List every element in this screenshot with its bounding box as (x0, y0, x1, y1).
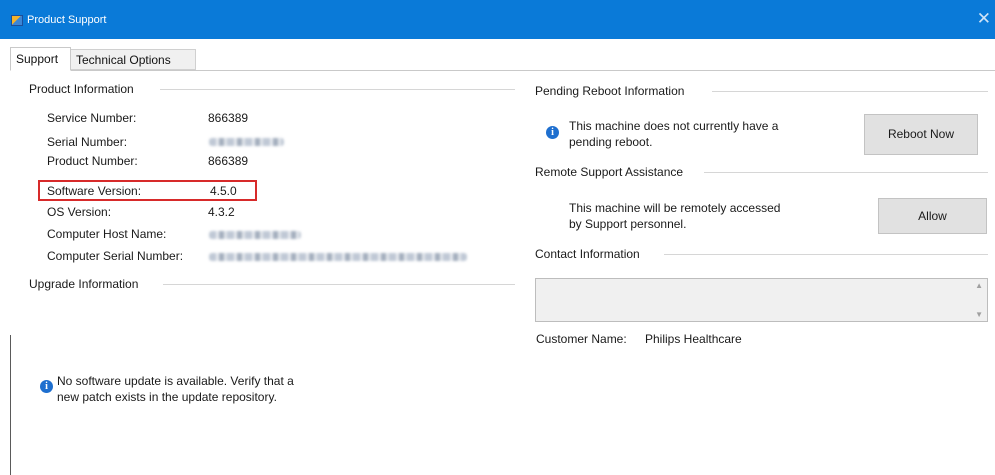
contact-information-title: Contact Information (535, 247, 640, 261)
computer-host-name-label: Computer Host Name: (47, 227, 167, 241)
computer-host-name-value-redacted (209, 231, 301, 239)
scroll-down-icon[interactable]: ▼ (975, 310, 983, 319)
scroll-up-icon[interactable]: ▲ (975, 281, 983, 290)
contact-information-rule (664, 254, 988, 255)
upgrade-message-line2: new patch exists in the update repositor… (57, 390, 277, 404)
title-bar: Product Support ✕ (0, 0, 995, 39)
app-icon (11, 15, 23, 26)
pending-reboot-message-line1: This machine does not currently have a (569, 119, 779, 133)
computer-serial-number-value-redacted (209, 253, 467, 261)
reboot-now-button[interactable]: Reboot Now (864, 114, 978, 155)
window-title: Product Support (27, 14, 107, 26)
product-number-value: 866389 (208, 154, 249, 168)
remote-support-message-line1: This machine will be remotely accessed (569, 201, 781, 215)
remote-support-message: This machine will be remotely accessed b… (569, 200, 780, 232)
pending-reboot-message-line2: pending reboot. (569, 135, 653, 149)
info-icon: i (40, 380, 53, 393)
upgrade-message-line1: No software update is available. Verify … (57, 374, 294, 388)
customer-name-value: Philips Healthcare (645, 332, 742, 346)
close-button[interactable]: ✕ (977, 10, 991, 27)
service-number-label: Service Number: (47, 111, 137, 125)
product-number-label: Product Number: (47, 154, 138, 168)
tab-support[interactable]: Support (10, 47, 71, 71)
upgrade-message: No software update is available. Verify … (57, 373, 294, 405)
computer-serial-number-label: Computer Serial Number: (47, 249, 184, 263)
os-version-value: 4.3.2 (208, 205, 235, 219)
tab-technical-options[interactable]: Technical Options (71, 49, 196, 70)
service-number-value: 866389 (208, 111, 249, 125)
panel-left-border (10, 335, 11, 475)
pending-reboot-title: Pending Reboot Information (535, 84, 685, 98)
tab-strip: Support Technical Options (10, 47, 995, 71)
serial-number-value-redacted (209, 138, 284, 146)
allow-button[interactable]: Allow (878, 198, 987, 234)
serial-number-label: Serial Number: (47, 135, 128, 149)
product-information-title: Product Information (29, 82, 134, 96)
info-icon: i (546, 126, 559, 139)
contact-information-textbox[interactable]: ▲ ▼ (535, 278, 988, 322)
pending-reboot-rule (712, 91, 988, 92)
remote-support-message-line2: by Support personnel. (569, 217, 687, 231)
software-version-label: Software Version: (47, 184, 142, 198)
contact-scrollbar[interactable]: ▲ ▼ (973, 279, 987, 321)
remote-support-title: Remote Support Assistance (535, 165, 684, 179)
pending-reboot-message: This machine does not currently have a p… (569, 118, 778, 150)
upgrade-information-title: Upgrade Information (29, 277, 139, 291)
customer-name-label: Customer Name: (536, 332, 627, 346)
upgrade-information-rule (163, 284, 515, 285)
remote-support-rule (704, 172, 988, 173)
software-version-value: 4.5.0 (210, 184, 237, 198)
os-version-label: OS Version: (47, 205, 112, 219)
product-information-rule (160, 89, 515, 90)
